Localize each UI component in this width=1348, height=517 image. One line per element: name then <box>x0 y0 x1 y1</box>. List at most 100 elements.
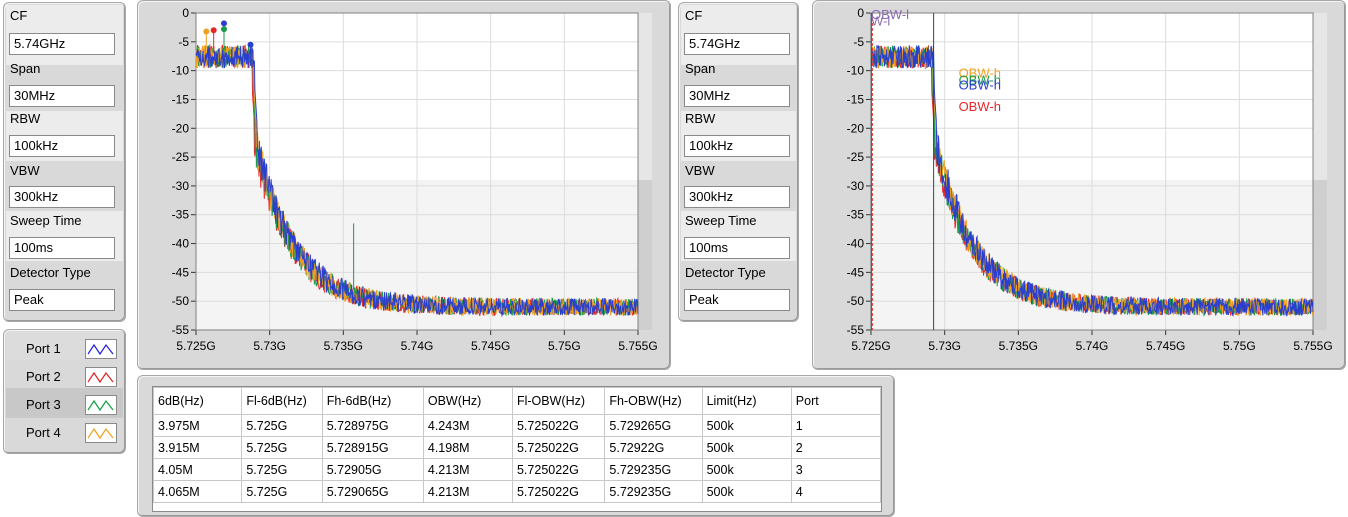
table-cell: 1 <box>790 414 881 437</box>
span-field[interactable]: 30MHz <box>9 85 115 107</box>
table-cell: 5.725G <box>241 414 323 437</box>
legend-label: Port 1 <box>26 341 61 356</box>
table-cell: 5.729265G <box>604 414 703 437</box>
legend-item-port4[interactable]: Port 4 <box>12 420 122 446</box>
x-tick-label: 5.74G <box>401 339 434 353</box>
y-tick-label: -50 <box>847 294 865 308</box>
cf-label: CF <box>685 8 703 23</box>
table-cell: 4.243M <box>422 414 513 437</box>
y-tick-label: -10 <box>172 64 190 78</box>
peak-marker <box>220 26 227 33</box>
table-cell: 5.72905G <box>321 458 424 481</box>
table-cell: 5.725022G <box>511 458 606 481</box>
detector-type-field[interactable]: Peak <box>9 289 115 311</box>
y-tick-label: -50 <box>172 294 190 308</box>
table-cell: 3.975M <box>153 414 243 437</box>
port-legend: Port 1 Port 2 Port 3 Port 4 <box>3 329 126 454</box>
table-cell: 3 <box>790 458 881 481</box>
legend-label: Port 3 <box>26 397 61 412</box>
rbw-field[interactable]: 100kHz <box>9 135 115 157</box>
y-tick-label: -55 <box>172 323 190 337</box>
span-label: Span <box>10 61 41 76</box>
table-row[interactable]: 4.05M 5.725G 5.72905G 4.213M 5.725022G 5.7292… <box>153 458 881 481</box>
table-cell: 4.05M <box>153 458 243 481</box>
x-tick-label: 5.725G <box>176 339 215 353</box>
column-header[interactable]: 6dB(Hz) <box>153 387 243 415</box>
cf-field[interactable]: 5.74GHz <box>9 33 115 55</box>
table-cell: 500k <box>701 414 792 437</box>
table-cell: 5.725G <box>241 458 323 481</box>
y-tick-label: -55 <box>847 323 865 337</box>
table-cell: 5.725022G <box>511 436 606 459</box>
settings-panel-right: CF 5.74GHz Span 30MHz RBW 100kHz VBW 300… <box>678 2 799 322</box>
spectrum-graph-left: 0 -5 -10 -15 -20 -25 -30 -35 -40 -45 -50 -55 5.725G 5… <box>137 0 671 370</box>
spectrum-plot[interactable]: 0 -5 -10 -15 -20 -25 -30 -35 -40 -45 -50 -55 5.725G 5… <box>138 1 670 369</box>
peak-marker <box>203 28 210 35</box>
span-field[interactable]: 30MHz <box>684 85 790 107</box>
obw-annotation: OBW-h <box>959 78 1001 93</box>
detector-type-field[interactable]: Peak <box>684 289 790 311</box>
line-style-icon <box>85 367 117 387</box>
y-tick-label: -15 <box>172 92 190 106</box>
table-cell: 5.725G <box>241 480 323 503</box>
table-row[interactable]: 4.065M 5.725G 5.729065G 4.213M 5.725022G 5.72… <box>153 480 881 503</box>
y-tick-label: -25 <box>172 150 190 164</box>
rbw-label: RBW <box>685 111 716 126</box>
sweep-time-label: Sweep Time <box>10 213 82 228</box>
column-header[interactable]: OBW(Hz) <box>422 387 513 415</box>
y-tick-label: -5 <box>178 35 189 49</box>
x-tick-label: 5.725G <box>851 339 890 353</box>
column-header[interactable]: Fl-6dB(Hz) <box>241 387 323 415</box>
line-style-icon <box>85 339 117 359</box>
y-tick-label: -40 <box>847 237 865 251</box>
span-label: Span <box>685 61 716 76</box>
vbw-field[interactable]: 300kHz <box>9 186 115 208</box>
legend-item-port2[interactable]: Port 2 <box>12 364 122 390</box>
y-tick-label: -30 <box>172 179 190 193</box>
y-tick-label: -35 <box>172 208 190 222</box>
y-tick-label: -15 <box>847 92 865 106</box>
obw-annotation: OBW-h <box>959 99 1001 114</box>
column-header[interactable]: Limit(Hz) <box>701 387 792 415</box>
cf-field[interactable]: 5.74GHz <box>684 33 790 55</box>
legend-label: Port 4 <box>26 425 61 440</box>
legend-item-port3[interactable]: Port 3 <box>12 392 122 418</box>
table-row[interactable]: 3.915M 5.725G 5.728915G 4.198M 5.725022G 5.72… <box>153 436 881 459</box>
cf-label: CF <box>10 8 28 23</box>
y-tick-label: -20 <box>847 121 865 135</box>
rbw-field[interactable]: 100kHz <box>684 135 790 157</box>
y-tick-label: 0 <box>182 6 189 20</box>
settings-panel-left: CF 5.74GHz Span 30MHz RBW 100kHz VBW 300… <box>3 2 126 322</box>
sweep-time-field[interactable]: 100ms <box>9 237 115 259</box>
y-tick-label: -5 <box>853 35 864 49</box>
detector-type-label: Detector Type <box>685 265 766 280</box>
plot-margin <box>638 13 652 181</box>
table-cell: 5.729235G <box>604 458 703 481</box>
x-tick-label: 5.75G <box>1223 339 1256 353</box>
table-cell: 4.065M <box>153 480 243 503</box>
results-table-container: 6dB(Hz) Fl-6dB(Hz) Fh-6dB(Hz) OBW(Hz) Fl-OBW… <box>152 386 882 512</box>
vbw-label: VBW <box>685 163 715 178</box>
table-row[interactable]: 3.975M 5.725G 5.728975G 4.243M 5.725022G 5.72… <box>153 414 881 437</box>
table-cell: 5.725022G <box>511 480 606 503</box>
table-cell: 4.213M <box>422 458 513 481</box>
x-tick-label: 5.735G <box>324 339 363 353</box>
table-cell: 5.728975G <box>321 414 424 437</box>
results-table-panel: 6dB(Hz) Fl-6dB(Hz) Fh-6dB(Hz) OBW(Hz) Fl-OBW… <box>137 375 895 517</box>
plot-margin <box>1313 180 1327 330</box>
y-tick-label: -35 <box>847 208 865 222</box>
table-cell: 5.728915G <box>321 436 424 459</box>
plot-margin <box>1313 13 1327 181</box>
column-header[interactable]: Fh-OBW(Hz) <box>604 387 703 415</box>
y-tick-label: -20 <box>172 121 190 135</box>
sweep-time-field[interactable]: 100ms <box>684 237 790 259</box>
spectrum-plot-obw[interactable]: 0 -5 -10 -15 -20 -25 -30 -35 -40 -45 -50 -55 5.725G 5… <box>813 1 1345 369</box>
legend-item-port1[interactable]: Port 1 <box>12 336 122 362</box>
table-cell: 5.725022G <box>511 414 606 437</box>
peak-marker <box>220 20 227 27</box>
y-tick-label: -30 <box>847 179 865 193</box>
column-header[interactable]: Fh-6dB(Hz) <box>321 387 424 415</box>
column-header[interactable]: Port <box>790 387 881 415</box>
vbw-field[interactable]: 300kHz <box>684 186 790 208</box>
column-header[interactable]: Fl-OBW(Hz) <box>511 387 606 415</box>
